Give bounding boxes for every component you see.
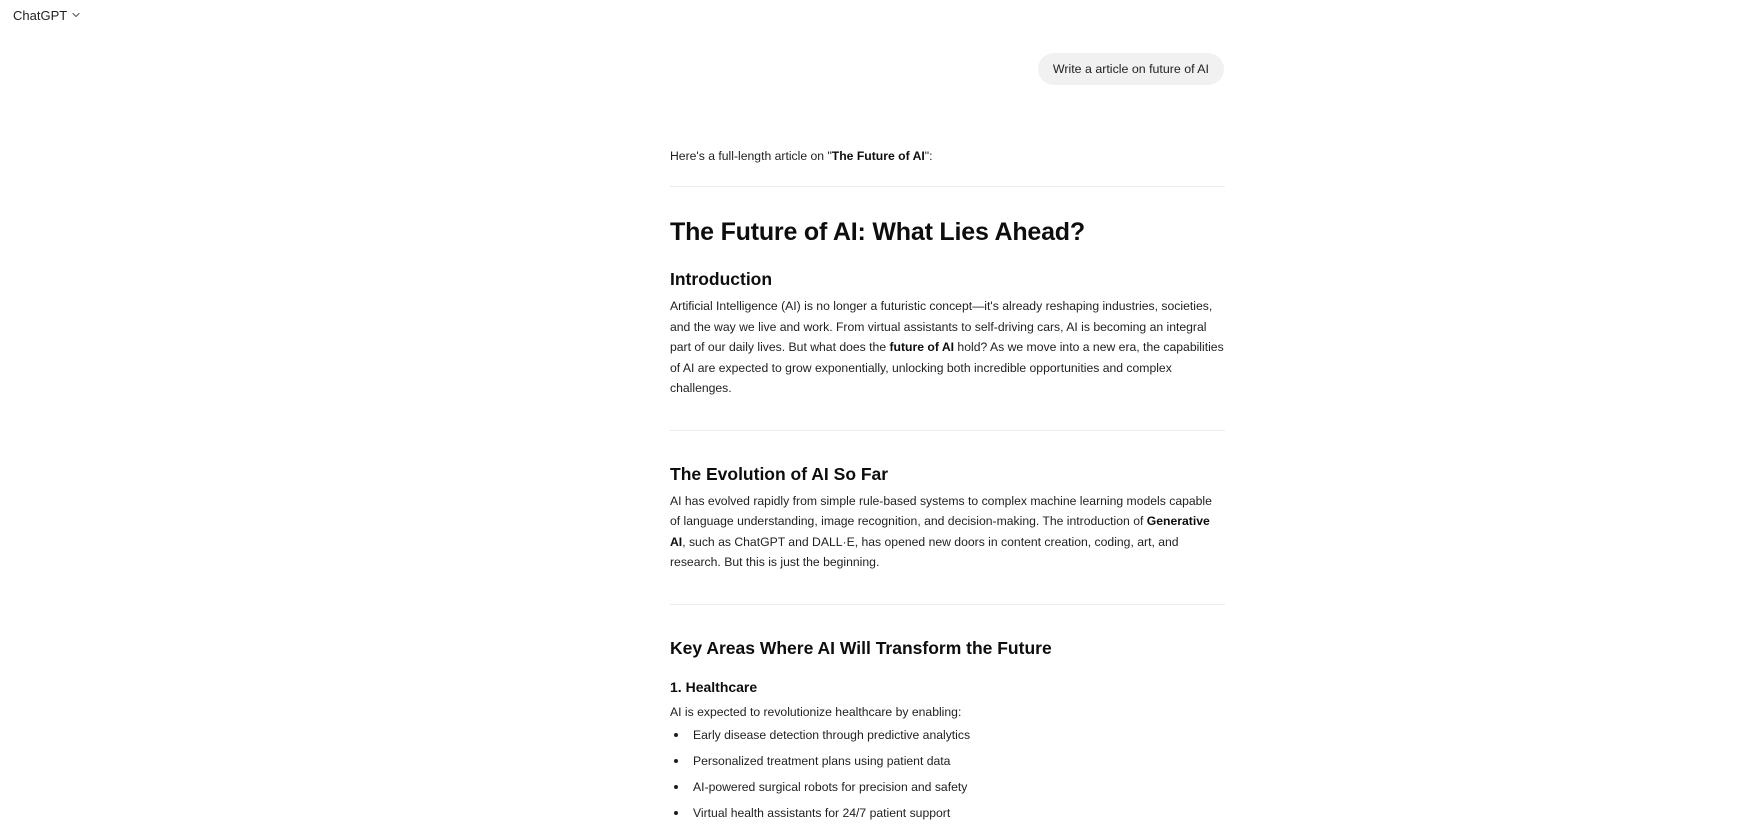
top-bar: ChatGPT [0,0,1760,34]
introduction-paragraph: Artificial Intelligence (AI) is no longe… [670,296,1225,399]
section-heading-evolution: The Evolution of AI So Far [670,463,889,484]
list-item: Personalized treatment plans using patie… [670,751,1225,777]
chevron-down-icon [71,8,81,23]
evolution-text-2: , such as ChatGPT and DALL·E, has opened… [670,534,1179,570]
list-item: Virtual health assistants for 24/7 patie… [670,803,1225,829]
model-label: ChatGPT [13,8,68,23]
subheading-healthcare: 1. Healthcare [670,677,1225,697]
list-item: Early disease detection through predicti… [670,725,1225,751]
evolution-paragraph: AI has evolved rapidly from simple rule-… [670,491,1225,573]
article-title: The Future of AI: What Lies Ahead? [670,218,1085,246]
assistant-intro: Here's a full-length article on "The Fut… [670,146,1225,166]
user-message-bubble: Write a article on future of AI [1037,53,1224,85]
healthcare-bullet-list: Early disease detection through predicti… [670,725,1225,829]
healthcare-heading: Healthcare [685,678,758,695]
model-switcher[interactable]: ChatGPT [13,8,81,23]
evolution-text-1: AI has evolved rapidly from simple rule-… [670,493,1212,529]
intro-prefix: Here's a full-length article on " [670,149,832,163]
intro-bold: The Future of AI [831,149,925,163]
healthcare-lead: AI is expected to revolutionize healthca… [670,704,962,719]
assistant-message: Here's a full-length article on "The Fut… [670,146,1225,829]
section-heading-introduction: Introduction [670,269,773,289]
introduction-bold: future of AI [889,340,955,354]
user-message-text: Write a article on future of AI [1052,62,1209,76]
healthcare-number: 1. [670,678,682,695]
list-item: AI-powered surgical robots for precision… [670,777,1225,803]
intro-suffix: ": [924,149,933,163]
section-heading-key-areas: Key Areas Where AI Will Transform the Fu… [670,637,1052,658]
